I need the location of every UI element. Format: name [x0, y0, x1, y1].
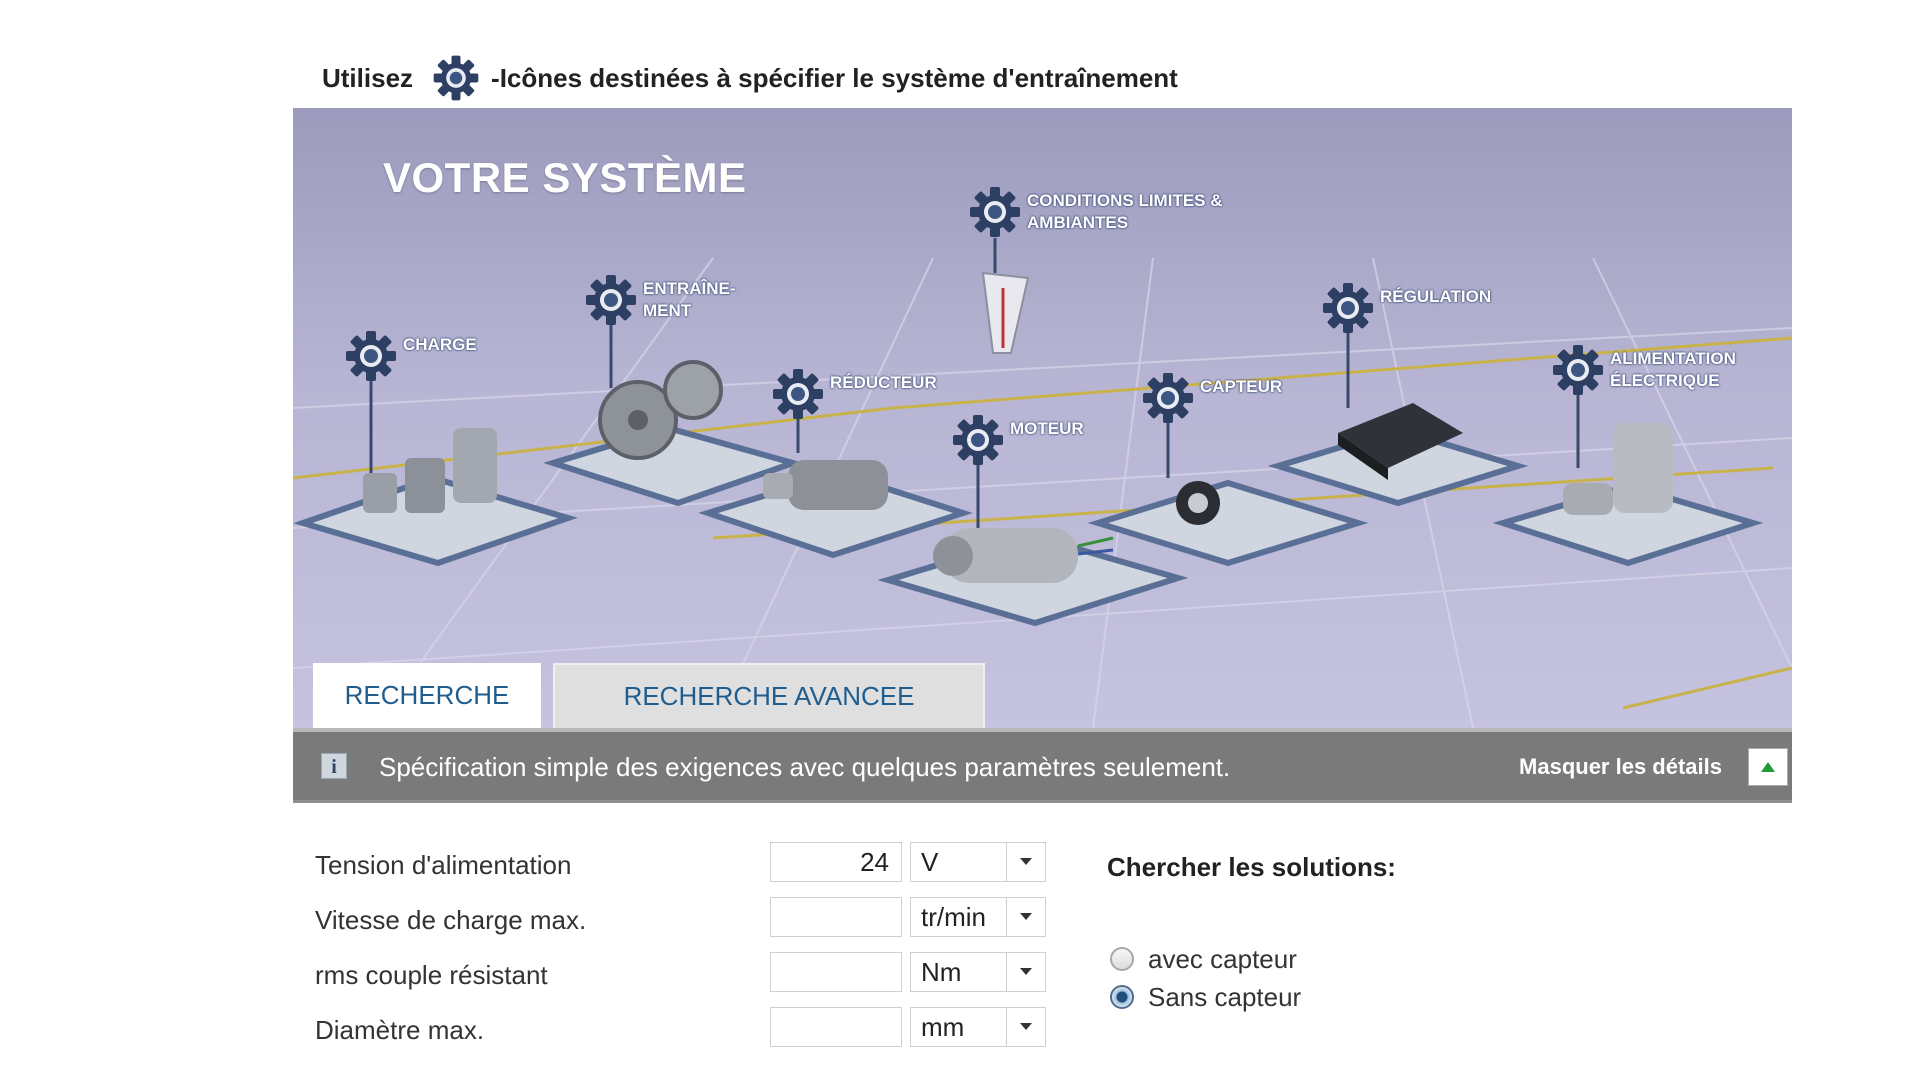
radio-button[interactable]: [1110, 985, 1134, 1009]
node-capteur[interactable]: CAPTEUR: [1140, 370, 1282, 426]
tension-unit-select[interactable]: V: [910, 842, 1046, 882]
node-label-moteur: MOTEUR: [1010, 419, 1084, 438]
unit-value: V: [921, 847, 939, 877]
chevron-up-icon: [1761, 762, 1775, 772]
hint-prefix: Utilisez: [322, 62, 414, 93]
node-alimentation[interactable]: ALIMENTATION ÉLECTRIQUE: [1550, 342, 1736, 398]
gear-icon[interactable]: [1550, 342, 1606, 398]
gear-icon[interactable]: [1320, 280, 1376, 336]
node-label-charge: CHARGE: [403, 335, 477, 354]
field-label: Vitesse de charge max.: [315, 905, 587, 935]
node-label-entrainement: ENTRAÎNE- MENT: [643, 279, 736, 320]
node-label-alimentation: ALIMENTATION ÉLECTRIQUE: [1610, 349, 1736, 390]
vitesse-unit-select[interactable]: tr/min: [910, 897, 1046, 937]
field-row-diametre: Diamètre max. mm: [315, 1007, 1055, 1049]
node-charge[interactable]: CHARGE: [343, 328, 477, 384]
radio-avec-capteur[interactable]: avec capteur: [1110, 942, 1297, 976]
system-banner: VOTRE SYSTÈME CHARGE ENTRAÎNE- MENT RÉDU…: [293, 108, 1792, 728]
vitesse-input[interactable]: [770, 897, 902, 937]
node-entrainement[interactable]: ENTRAÎNE- MENT: [583, 272, 736, 328]
node-regulation[interactable]: RÉGULATION: [1320, 280, 1491, 336]
system-title: VOTRE SYSTÈME: [383, 154, 747, 201]
unit-value: mm: [921, 1012, 965, 1042]
info-bar: i Spécification simple des exigences ave…: [293, 728, 1792, 803]
chevron-down-icon: [1006, 898, 1045, 936]
couple-input[interactable]: [770, 952, 902, 992]
diametre-input[interactable]: [770, 1007, 902, 1047]
field-row-couple: rms couple résistant Nm: [315, 952, 1055, 994]
info-icon: i: [321, 753, 347, 779]
radio-label: Sans capteur: [1148, 981, 1302, 1012]
unit-value: Nm: [921, 957, 962, 987]
gear-icon[interactable]: [967, 184, 1023, 240]
radio-label: avec capteur: [1148, 943, 1297, 974]
gear-icon[interactable]: [950, 412, 1006, 468]
diametre-unit-select[interactable]: mm: [910, 1007, 1046, 1047]
tab-recherche[interactable]: RECHERCHE: [313, 663, 541, 728]
search-solutions-title: Chercher les solutions:: [1107, 852, 1396, 882]
radio-sans-capteur[interactable]: Sans capteur: [1110, 980, 1301, 1014]
gear-icon[interactable]: [583, 272, 639, 328]
node-moteur[interactable]: MOTEUR: [950, 412, 1084, 468]
chevron-down-icon: [1006, 953, 1045, 991]
hint-suffix: -Icônes destinées à spécifier le système…: [491, 62, 1178, 93]
hint-line: Utilisez -Icônes destinées à spécifier l…: [322, 56, 1178, 100]
couple-unit-select[interactable]: Nm: [910, 952, 1046, 992]
node-label-reducteur: RÉDUCTEUR: [830, 373, 937, 392]
field-label: Diamètre max.: [315, 1015, 485, 1045]
tension-input[interactable]: 24: [770, 842, 902, 882]
search-tabs: RECHERCHE RECHERCHE AVANCEE: [313, 663, 985, 728]
gear-icon[interactable]: [343, 328, 399, 384]
radio-button[interactable]: [1110, 947, 1134, 971]
collapse-button[interactable]: [1748, 748, 1788, 786]
info-text: Spécification simple des exigences avec …: [379, 752, 1231, 782]
node-label-regulation: RÉGULATION: [1380, 287, 1492, 306]
node-label-conditions: CONDITIONS LIMITES & AMBIANTES: [1027, 191, 1223, 232]
node-conditions[interactable]: CONDITIONS LIMITES & AMBIANTES: [967, 184, 1223, 240]
field-row-tension: Tension d'alimentation 24 V: [315, 842, 1055, 884]
node-reducteur[interactable]: RÉDUCTEUR: [770, 366, 937, 422]
hide-details-link[interactable]: Masquer les détails: [1519, 754, 1722, 780]
gear-icon[interactable]: [1140, 370, 1196, 426]
gear-icon: [431, 53, 481, 103]
chevron-down-icon: [1006, 843, 1045, 881]
field-row-vitesse: Vitesse de charge max. tr/min: [315, 897, 1055, 939]
node-label-capteur: CAPTEUR: [1200, 377, 1283, 396]
gear-icon[interactable]: [770, 366, 826, 422]
chevron-down-icon: [1006, 1008, 1045, 1046]
unit-value: tr/min: [921, 902, 986, 932]
tab-recherche-avancee[interactable]: RECHERCHE AVANCEE: [553, 663, 985, 728]
field-label: Tension d'alimentation: [315, 850, 572, 880]
field-label: rms couple résistant: [315, 960, 548, 990]
